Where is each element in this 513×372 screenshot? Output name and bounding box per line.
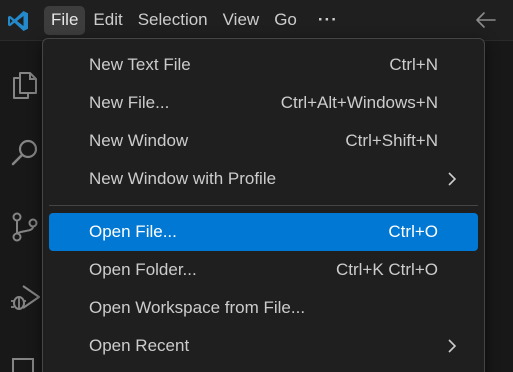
menu-separator — [49, 205, 478, 206]
menu-view[interactable]: View — [216, 6, 267, 35]
menu-item-label: New Window — [89, 131, 189, 150]
menu-item-label: Open Workspace from File... — [89, 298, 306, 317]
menu-item-label: New Window with Profile — [89, 169, 277, 188]
source-control-icon[interactable] — [9, 211, 41, 243]
vscode-window: File Edit Selection View Go ··· New Text… — [0, 0, 513, 372]
menu-edit[interactable]: Edit — [86, 6, 129, 35]
menu-selection[interactable]: Selection — [131, 6, 215, 35]
search-icon[interactable] — [9, 136, 41, 168]
vscode-logo-icon — [8, 11, 28, 31]
menu-item-shortcut: Ctrl+N — [389, 55, 438, 74]
menu-item-open-workspace-from-file[interactable]: Open Workspace from File... — [49, 289, 478, 327]
menu-item-shortcut: Ctrl+Shift+N — [345, 131, 438, 150]
menu-item-shortcut: Ctrl+Alt+Windows+N — [280, 93, 438, 112]
menu-item-new-window-with-profile[interactable]: New Window with Profile — [49, 160, 478, 198]
menu-item-new-window[interactable]: New Window Ctrl+Shift+N — [49, 122, 478, 160]
menu-item-new-file[interactable]: New File... Ctrl+Alt+Windows+N — [49, 84, 478, 122]
menu-item-label: Open Folder... — [89, 260, 197, 279]
menu-item-label: New Text File — [89, 55, 191, 74]
menu-item-label: New File... — [89, 93, 170, 112]
chevron-right-icon — [448, 339, 457, 353]
menu-item-shortcut: Ctrl+K Ctrl+O — [335, 260, 438, 279]
menu-item-shortcut: Ctrl+O — [388, 222, 438, 241]
menu-bar: File Edit Selection View Go ··· — [44, 5, 352, 35]
extensions-icon[interactable] — [9, 351, 41, 372]
menu-go[interactable]: Go — [267, 6, 304, 35]
menu-item-new-text-file[interactable]: New Text File Ctrl+N — [49, 46, 478, 84]
title-bar: File Edit Selection View Go ··· — [0, 0, 513, 41]
menu-file[interactable]: File — [44, 5, 86, 35]
menu-item-open-folder[interactable]: Open Folder... Ctrl+K Ctrl+O — [49, 251, 478, 289]
arrow-left-icon[interactable] — [475, 11, 497, 29]
menu-item-open-recent[interactable]: Open Recent — [49, 327, 478, 365]
file-menu-dropdown: New Text File Ctrl+N New File... Ctrl+Al… — [42, 38, 485, 372]
more-menus-icon[interactable]: ··· — [305, 9, 351, 31]
menu-item-label: Open File... — [89, 222, 177, 241]
menu-item-label: Open Recent — [89, 336, 190, 355]
activity-bar — [0, 41, 48, 372]
menu-item-open-file[interactable]: Open File... Ctrl+O — [49, 213, 478, 251]
run-debug-icon[interactable] — [9, 281, 41, 313]
explorer-icon[interactable] — [9, 69, 41, 101]
chevron-right-icon — [448, 172, 457, 186]
